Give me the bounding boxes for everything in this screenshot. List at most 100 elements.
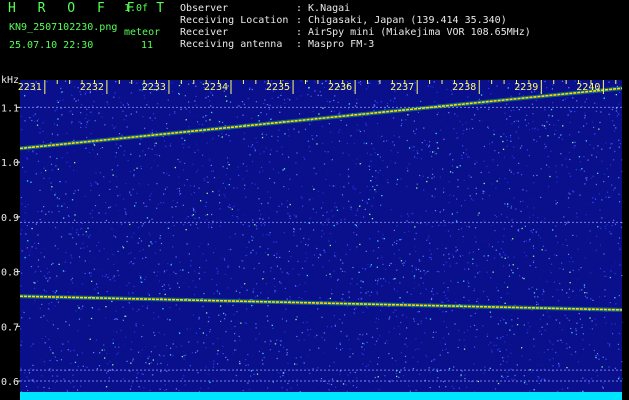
noise-dot: [369, 82, 371, 84]
noise-dot: [566, 347, 568, 349]
noise-dot: [276, 339, 278, 341]
noise-dot: [589, 242, 591, 244]
noise-dot: [327, 382, 329, 385]
noise-dot: [488, 171, 490, 173]
noise-dot: [267, 305, 269, 307]
noise-dot: [591, 377, 593, 380]
noise-dot: [240, 322, 242, 324]
noise-dot: [259, 86, 261, 88]
noise-dot: [338, 113, 340, 115]
noise-dot: [614, 323, 616, 325]
noise-dot: [395, 309, 397, 311]
noise-dot: [465, 122, 467, 124]
noise-dot: [556, 176, 558, 178]
noise-dot: [491, 183, 493, 185]
noise-dot: [57, 168, 59, 170]
noise-dot: [37, 160, 40, 162]
noise-dot: [380, 101, 382, 103]
noise-dot: [488, 127, 490, 129]
noise-dot: [373, 148, 375, 150]
noise-dot: [100, 143, 102, 145]
noise-dot: [553, 281, 556, 283]
noise-dot: [245, 196, 247, 198]
noise-dot: [76, 229, 78, 231]
noise-dot: [196, 115, 198, 117]
noise-dot: [610, 107, 612, 109]
noise-dot: [556, 340, 558, 342]
noise-dot: [342, 152, 344, 154]
noise-dot: [289, 217, 291, 220]
noise-dot: [175, 273, 177, 275]
noise-dot: [148, 245, 150, 247]
noise-dot: [212, 252, 215, 254]
noise-dot: [212, 94, 214, 96]
noise-dot: [128, 293, 130, 295]
noise-dot: [546, 281, 548, 283]
noise-dot: [77, 99, 79, 101]
noise-dot: [541, 363, 543, 365]
noise-dot: [517, 317, 519, 319]
noise-dot: [207, 321, 209, 323]
noise-dot: [276, 150, 278, 152]
noise-dot: [557, 339, 559, 342]
noise-dot: [567, 114, 569, 116]
noise-dot: [393, 241, 395, 243]
noise-dot: [610, 164, 612, 166]
noise-dot: [414, 238, 416, 240]
noise-dot: [225, 314, 227, 316]
noise-dot: [255, 137, 257, 139]
noise-dot: [456, 249, 458, 251]
noise-dot: [433, 81, 435, 83]
noise-dot: [499, 354, 502, 356]
noise-dot: [126, 284, 128, 286]
noise-dot: [453, 294, 455, 296]
noise-dot: [153, 174, 156, 176]
noise-dot: [206, 176, 208, 178]
noise-dot: [499, 320, 502, 322]
noise-dot: [384, 375, 386, 377]
noise-dot: [82, 242, 84, 244]
noise-dot: [29, 317, 31, 319]
noise-dot: [572, 290, 574, 292]
noise-dot: [316, 143, 318, 145]
noise-dot: [224, 318, 226, 320]
noise-dot: [107, 94, 109, 96]
noise-dot: [454, 323, 456, 325]
noise-dot: [81, 104, 83, 106]
noise-dot: [402, 276, 404, 278]
noise-dot: [156, 363, 159, 365]
noise-dot: [405, 361, 407, 363]
noise-dot: [251, 117, 253, 119]
noise-dot: [457, 238, 459, 241]
noise-dot: [158, 263, 160, 265]
noise-dot: [71, 121, 73, 123]
noise-dot: [307, 329, 309, 331]
noise-dot: [376, 340, 378, 342]
noise-dot: [237, 218, 239, 220]
noise-dot: [375, 300, 377, 302]
noise-dot: [365, 142, 368, 145]
noise-dot: [565, 158, 567, 160]
noise-dot: [31, 119, 33, 122]
noise-dot: [446, 326, 448, 328]
noise-dot: [396, 178, 399, 181]
noise-dot: [341, 194, 344, 196]
noise-dot: [569, 271, 571, 273]
noise-dot: [197, 169, 199, 171]
noise-dot: [346, 142, 348, 144]
noise-dot: [451, 165, 453, 167]
noise-dot: [99, 156, 101, 158]
noise-dot: [250, 252, 252, 254]
noise-dot: [234, 340, 236, 342]
noise-dot: [365, 201, 367, 203]
noise-dot: [432, 86, 434, 88]
noise-dot: [576, 216, 578, 218]
noise-dot: [327, 151, 329, 153]
noise-dot: [335, 241, 337, 243]
noise-dot: [621, 361, 623, 363]
noise-dot: [598, 358, 600, 360]
noise-dot: [536, 174, 538, 176]
noise-dot: [615, 94, 617, 96]
noise-dot: [198, 315, 200, 317]
noise-dot: [321, 230, 323, 232]
